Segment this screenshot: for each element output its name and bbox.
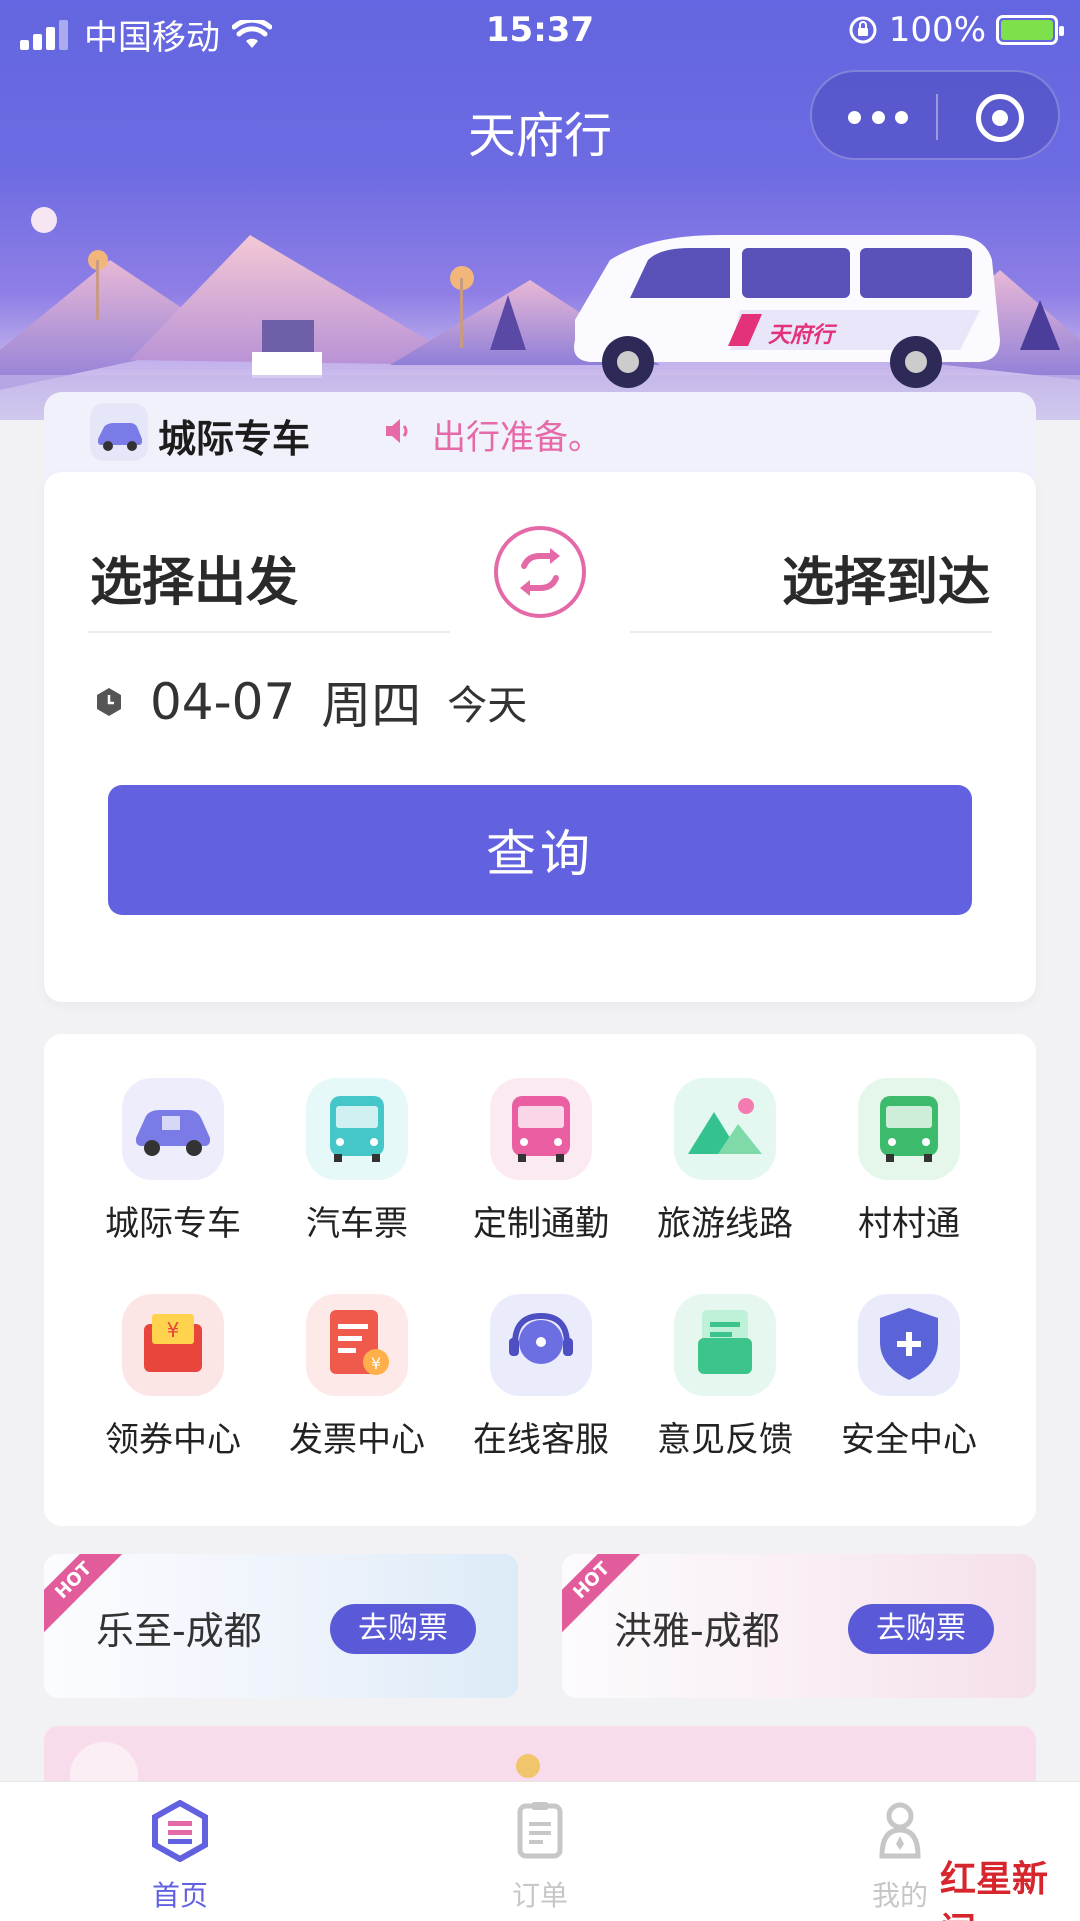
promo-route: 乐至-成都 bbox=[96, 1609, 262, 1653]
orientation-lock-icon bbox=[849, 16, 877, 44]
service-label: 发票中心 bbox=[289, 1420, 425, 1460]
mountain-icon bbox=[674, 1078, 776, 1180]
headset-icon bbox=[490, 1294, 592, 1396]
svg-text:¥: ¥ bbox=[167, 1318, 180, 1342]
invoice-icon: ¥ bbox=[306, 1294, 408, 1396]
service-item[interactable]: 旅游线路 bbox=[640, 1078, 810, 1245]
date-selector[interactable]: 04-07 周四 今天 bbox=[94, 666, 527, 738]
tab-orders-label: 订单 bbox=[511, 1879, 568, 1912]
service-item[interactable]: 城际专车 bbox=[88, 1078, 258, 1245]
swap-button[interactable] bbox=[494, 526, 586, 618]
status-right: 100% bbox=[847, 10, 1064, 50]
target-circle-icon[interactable] bbox=[976, 94, 1024, 142]
service-label: 村村通 bbox=[858, 1204, 960, 1244]
query-button[interactable]: 查询 bbox=[108, 785, 972, 915]
service-item[interactable]: ¥ 领券中心 bbox=[88, 1294, 258, 1461]
battery-percent: 100% bbox=[888, 10, 986, 50]
arrival-select[interactable]: 选择到达 bbox=[782, 540, 990, 615]
village-bus-icon bbox=[858, 1078, 960, 1180]
service-item[interactable]: ¥ 发票中心 bbox=[272, 1294, 442, 1461]
speaker-icon bbox=[386, 419, 408, 443]
service-label: 汽车票 bbox=[306, 1204, 408, 1244]
van-illustration: 天府行 bbox=[574, 235, 1000, 388]
shield-icon bbox=[858, 1294, 960, 1396]
buy-ticket-button[interactable]: 去购票 bbox=[330, 1604, 476, 1654]
intercity-car-icon bbox=[122, 1078, 224, 1180]
arrival-underline bbox=[630, 631, 992, 633]
tab-home[interactable]: 首页 bbox=[100, 1799, 260, 1914]
more-dots-icon[interactable] bbox=[848, 100, 908, 134]
banner-illustration: 天府行 bbox=[0, 207, 1080, 420]
tab-intercity[interactable]: 城际专车 bbox=[158, 408, 310, 463]
tab-orders[interactable]: 订单 bbox=[460, 1800, 620, 1914]
svg-text:天府行: 天府行 bbox=[768, 322, 838, 348]
tab-home-label: 首页 bbox=[151, 1879, 208, 1912]
feedback-icon bbox=[674, 1294, 776, 1396]
order-icon bbox=[517, 1802, 563, 1859]
home-icon bbox=[152, 1799, 208, 1863]
clock-icon bbox=[97, 688, 121, 716]
profile-icon bbox=[879, 1802, 921, 1859]
bus-ticket-icon bbox=[306, 1078, 408, 1180]
svg-text:¥: ¥ bbox=[371, 1354, 381, 1373]
service-item[interactable]: 在线客服 bbox=[456, 1294, 626, 1461]
service-item[interactable]: 定制通勤 bbox=[456, 1078, 626, 1245]
watermark-logo: 红星新闻 bbox=[940, 1858, 1049, 1921]
departure-underline bbox=[88, 631, 450, 633]
coupon-icon: ¥ bbox=[122, 1294, 224, 1396]
service-item[interactable]: 安全中心 bbox=[824, 1294, 994, 1461]
notice-text: 出行准备。 bbox=[432, 418, 602, 458]
status-bar: 中国移动 15:37 100% bbox=[0, 0, 1080, 62]
commute-bus-icon bbox=[490, 1078, 592, 1180]
departure-select[interactable]: 选择出发 bbox=[90, 540, 298, 615]
service-label: 安全中心 bbox=[841, 1420, 977, 1460]
service-label: 城际专车 bbox=[105, 1204, 241, 1244]
service-label: 旅游线路 bbox=[657, 1204, 793, 1244]
promo-card-1[interactable]: HOT 乐至-成都 去购票 bbox=[44, 1554, 518, 1698]
service-label: 意见反馈 bbox=[657, 1420, 793, 1460]
promo-card-2[interactable]: HOT 洪雅-成都 去购票 bbox=[562, 1554, 1036, 1698]
intercity-car-tab-icon bbox=[90, 403, 148, 461]
service-label: 在线客服 bbox=[473, 1420, 609, 1460]
mini-program-capsule bbox=[810, 70, 1060, 160]
service-item[interactable]: 意见反馈 bbox=[640, 1294, 810, 1461]
date-value: 04-07 bbox=[150, 673, 296, 731]
promo-route: 洪雅-成都 bbox=[614, 1609, 780, 1653]
service-item[interactable]: 村村通 bbox=[824, 1078, 994, 1245]
today-tag: 今天 bbox=[447, 683, 528, 729]
buy-ticket-button[interactable]: 去购票 bbox=[848, 1604, 994, 1654]
service-item[interactable]: 汽车票 bbox=[272, 1078, 442, 1245]
service-label: 领券中心 bbox=[105, 1420, 241, 1460]
battery-icon bbox=[996, 15, 1064, 45]
swap-icon bbox=[520, 548, 560, 596]
weekday-value: 周四 bbox=[321, 677, 422, 735]
service-label: 定制通勤 bbox=[473, 1204, 609, 1244]
